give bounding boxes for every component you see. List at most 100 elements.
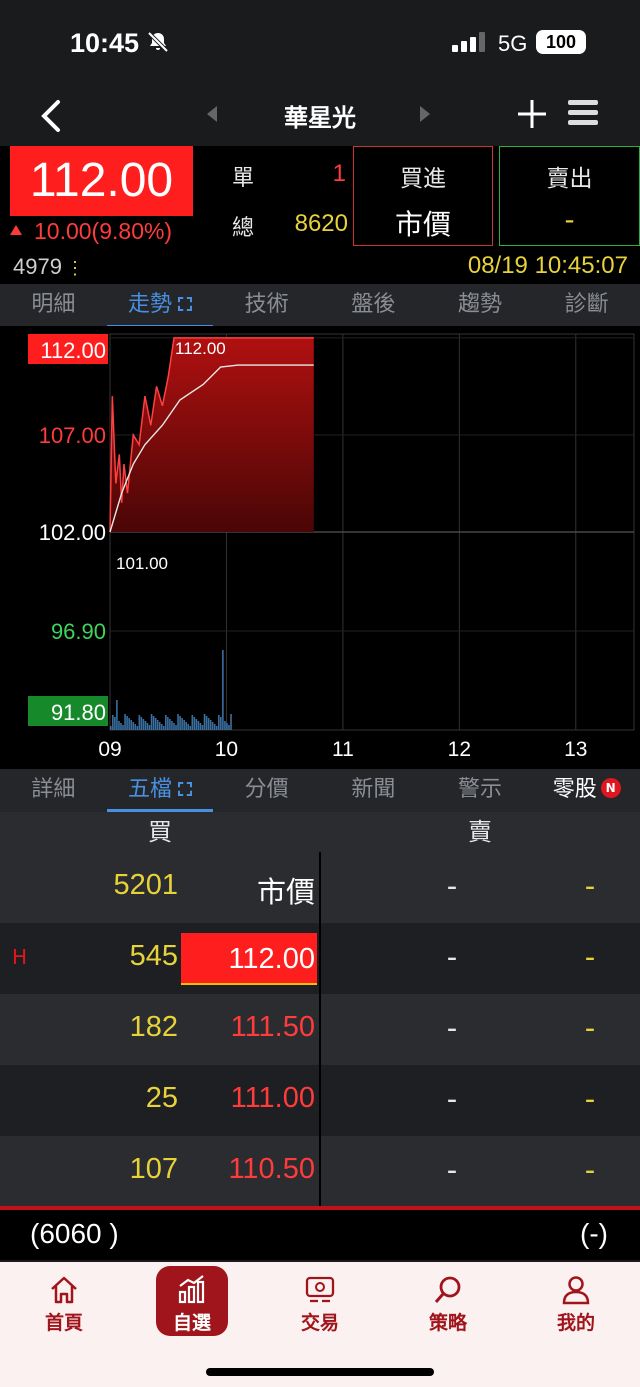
ask-quantity[interactable]: -	[560, 1082, 620, 1116]
volume-bar	[132, 722, 135, 730]
menu-icon[interactable]	[566, 96, 600, 130]
tab-info-label: 詳細	[31, 777, 76, 802]
expand-icon[interactable]	[178, 782, 193, 796]
volume-bar	[144, 721, 147, 730]
ask-quantity[interactable]: -	[560, 869, 620, 903]
low-label: 101.00	[116, 554, 168, 573]
bid-quantity[interactable]: 5201	[60, 869, 178, 902]
tab-info[interactable]: 詳細	[0, 769, 107, 812]
volume-bar	[126, 716, 128, 730]
nav-strategy[interactable]: 策略	[384, 1262, 512, 1352]
ask-price[interactable]: -	[420, 1082, 484, 1116]
ask-price[interactable]: -	[420, 1153, 484, 1187]
nav-strategy-label: 策略	[428, 1312, 467, 1334]
nav-home[interactable]: 首頁	[0, 1262, 128, 1352]
sell-button[interactable]: 賣出 -	[499, 146, 640, 246]
volume-bar	[220, 717, 222, 730]
tab-price-distribution[interactable]: 分價	[213, 769, 320, 812]
x-tick-label: 13	[564, 738, 587, 761]
volume-bar	[128, 718, 130, 730]
ask-quantity[interactable]: -	[560, 1153, 620, 1187]
ask-quantity[interactable]: -	[560, 940, 620, 974]
volume-bar	[187, 724, 190, 730]
prev-stock-icon[interactable]	[205, 104, 219, 124]
bid-total: (6060 )	[30, 1218, 119, 1249]
total-volume-value: 8620	[294, 210, 348, 237]
tab-after-hours[interactable]: 盤後	[320, 284, 427, 328]
tab-technical-label: 技術	[244, 292, 289, 317]
intraday-chart[interactable]: 112.00 107.00 102.00 96.90 91.80 09 10 11 12 13 11…	[0, 326, 640, 769]
bell-muted-icon	[147, 31, 169, 53]
new-badge: N	[600, 778, 621, 798]
tab-odd-lot[interactable]: 零股 N	[533, 769, 640, 812]
volume-bar	[185, 722, 187, 730]
volume-bar	[230, 714, 232, 730]
volume-bar	[124, 714, 126, 730]
bid-price[interactable]: 112.00	[181, 933, 317, 985]
buy-label: 買進	[400, 166, 446, 192]
buy-button[interactable]: 買進 市價	[353, 146, 493, 246]
tab-trend[interactable]: 走勢	[106, 284, 214, 328]
x-tick-label: 11	[332, 738, 354, 761]
add-watchlist-icon[interactable]	[514, 96, 550, 132]
volume-bar	[130, 720, 132, 730]
bid-price[interactable]: 市價	[181, 869, 317, 911]
volume-bar	[148, 725, 151, 730]
home-indicator	[206, 1368, 434, 1376]
nav-trade[interactable]: 交易	[256, 1262, 384, 1352]
nav-trade-label: 交易	[300, 1312, 339, 1334]
tab-news[interactable]: 新聞	[320, 769, 427, 812]
x-tick-label: 09	[98, 738, 121, 761]
tab-trend-label: 走勢	[128, 292, 173, 317]
y-tick-label: 96.90	[51, 619, 106, 644]
current-price: 112.00	[10, 146, 193, 216]
tab-technical[interactable]: 技術	[213, 284, 320, 328]
bid-price[interactable]: 111.50	[181, 1011, 317, 1044]
ask-quantity[interactable]: -	[560, 1011, 620, 1045]
expand-icon[interactable]	[178, 297, 193, 311]
tab-alerts-label: 警示	[458, 777, 503, 802]
chart-tabs: 明細 走勢 技術 盤後 趨勢 診斷	[0, 284, 640, 328]
chart-svg: 112.00 107.00 102.00 96.90 91.80 09 10 11 12 13 11…	[28, 333, 635, 761]
row-flag: H	[12, 945, 28, 969]
stock-code[interactable]: 4979 ⋮	[13, 254, 84, 280]
tab-order-book[interactable]: 五檔	[106, 769, 214, 812]
next-stock-icon[interactable]	[418, 104, 432, 124]
ask-price[interactable]: -	[420, 940, 484, 974]
bid-quantity[interactable]: 182	[60, 1011, 178, 1044]
volume-bar	[114, 717, 116, 730]
y-tick-label: 107.00	[39, 423, 106, 448]
volume-bar	[191, 715, 194, 730]
tab-details[interactable]: 明細	[0, 284, 107, 328]
volume-bar	[112, 715, 114, 730]
nav-profile[interactable]: 我的	[512, 1262, 640, 1352]
volume-bar	[167, 717, 169, 730]
trade-icon	[305, 1276, 335, 1303]
x-tick-label: 12	[448, 738, 471, 761]
volume-bar	[209, 720, 212, 730]
tab-diagnosis[interactable]: 診斷	[533, 284, 640, 328]
volume-bar	[173, 723, 175, 730]
bid-quantity[interactable]: 25	[60, 1082, 178, 1115]
volume-bar	[224, 721, 226, 730]
bid-price[interactable]: 110.50	[181, 1153, 317, 1186]
up-triangle-icon	[10, 225, 22, 235]
ask-price[interactable]: -	[420, 869, 484, 903]
volume-bar	[118, 721, 120, 730]
nav-watchlist[interactable]: 自選	[128, 1262, 256, 1352]
tab-trend-analysis[interactable]: 趨勢	[427, 284, 534, 328]
volume-bar	[169, 719, 171, 730]
volume-bar	[136, 726, 139, 730]
high-label: 112.00	[175, 339, 226, 358]
bid-quantity[interactable]: 545	[60, 940, 178, 973]
volume-bar	[152, 716, 155, 730]
back-arrow-icon[interactable]	[36, 96, 66, 136]
volume-bar	[183, 720, 185, 730]
bid-quantity[interactable]: 107	[60, 1153, 178, 1186]
bid-price[interactable]: 111.00	[181, 1082, 317, 1115]
volume-bar	[211, 722, 214, 730]
ask-price[interactable]: -	[420, 1011, 484, 1045]
tab-details-label: 明細	[31, 292, 76, 317]
volume-bar	[122, 725, 124, 730]
tab-alerts[interactable]: 警示	[427, 769, 534, 812]
